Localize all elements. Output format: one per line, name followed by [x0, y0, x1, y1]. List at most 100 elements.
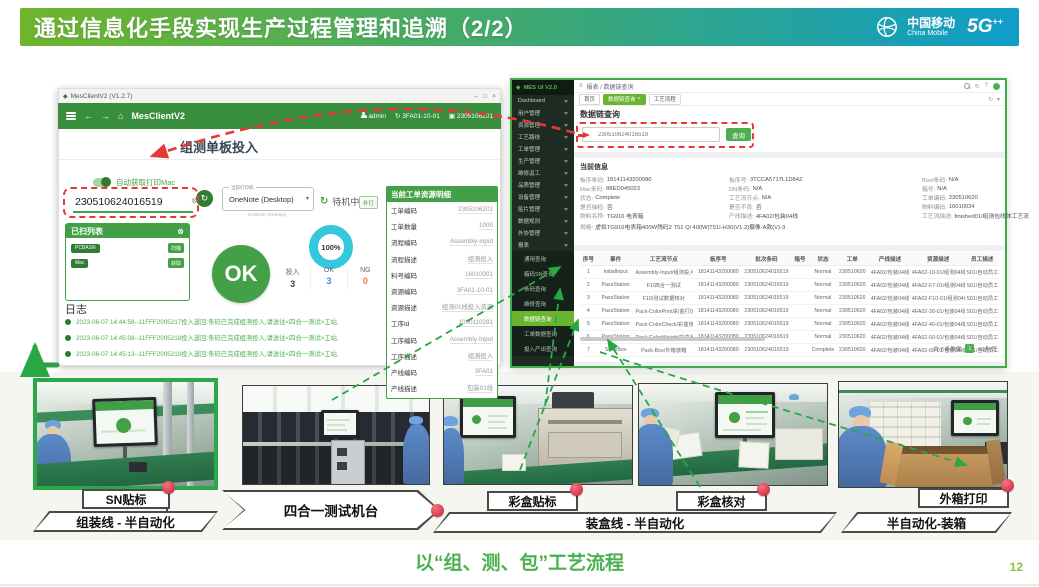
sidebar-item[interactable]: 用户管理 [512, 107, 574, 119]
submenu-item[interactable]: 维修查询 [512, 296, 574, 311]
table-header-cell: 工单 [836, 252, 870, 266]
log-title: 日志 [65, 301, 87, 317]
close-panel-icon[interactable]: ⊗ [177, 227, 184, 236]
printer-caption: OneNote (Desktop) [222, 212, 312, 217]
mesweb-main: ≡ 报表 / 数据链查询 ↻ ? 首页 数据链查询× 工艺流程 ↻ ▾ [574, 80, 1005, 366]
table-row[interactable]: 3PassStation F10/测试数据核对18141143200080 23… [580, 292, 999, 305]
minimize-button[interactable]: – [475, 93, 479, 100]
sidebar-item[interactable]: 设备管理 [512, 191, 574, 203]
datachain-table: 序号事件工艺流节点板序号批次条码箱号状态工单产线描述资源描述员工描述 1Init… [580, 252, 999, 357]
barcode-highlight-box [63, 187, 199, 218]
sidebar-item[interactable]: 生产管理 [512, 155, 574, 167]
tab-bar: 首页 数据链查询× 工艺流程 ↻ ▾ [574, 93, 1005, 106]
search-icon[interactable] [964, 83, 970, 89]
log-entry: 2023-06-07 14:44:58--11FFF2005217投入返回:条码… [65, 317, 380, 326]
sidebar-item[interactable]: Dashboard [512, 95, 574, 107]
topbar: ≡ 报表 / 数据链查询 ↻ ? [574, 80, 1005, 93]
table-header-cell: 状态 [810, 252, 835, 266]
station-badge[interactable]: ↻ 3FA01-10-01 [395, 112, 440, 120]
china-mobile-text: 中国移动 China Mobile [907, 17, 955, 38]
tag-sn-label: SN贴标 [82, 489, 170, 509]
refresh-tabs-icon[interactable]: ↻ [988, 96, 993, 103]
sidebar-item[interactable]: 数据规则 [512, 215, 574, 227]
scan-action-button[interactable]: 获取 [168, 258, 184, 268]
table-row[interactable]: 5PassStation Pack-ColorCheck/彩盒核对1814114… [580, 318, 999, 331]
log-dot-icon [65, 351, 71, 357]
sidebar-item[interactable]: 报表 [512, 239, 574, 251]
chevron-down-icon [564, 232, 568, 235]
scan-action-button[interactable]: 扫描 [168, 243, 184, 253]
brand-area: 中国移动 China Mobile 5G++ [875, 15, 1019, 39]
count-ok: 3 [311, 276, 346, 286]
chevron-down-icon [564, 160, 568, 163]
horizontal-scrollbar[interactable] [580, 337, 765, 341]
maximize-button[interactable]: □ [483, 93, 487, 100]
screen-title: 组测单板投入 [59, 137, 379, 156]
user-badge[interactable]: admin [361, 112, 387, 120]
sidebar-item[interactable]: 资源管理 [512, 119, 574, 131]
info-field: 工单编码:230510620 [922, 193, 1029, 202]
tag-colorbox-label: 彩盒贴标 [487, 491, 578, 511]
resource-field: 料号编码 16010001 [387, 267, 497, 283]
sidebar-item[interactable]: 品质管理 [512, 179, 574, 191]
chevron-down-icon [564, 136, 568, 139]
submenu-item[interactable]: 条码查询 [512, 281, 574, 296]
menu-icon[interactable] [66, 110, 76, 121]
home-button[interactable]: ⌂ [118, 111, 123, 121]
count-input: 3 [275, 279, 310, 289]
info-field: 是否抽检:否 [580, 202, 652, 211]
table-header-cell: 资源描述 [911, 252, 965, 266]
query-card: 数据链查询 查询 [574, 106, 1005, 152]
sidebar-item[interactable]: 贴片管理 [512, 203, 574, 215]
submenu-item[interactable]: 投入产出查询 [512, 341, 574, 356]
sidebar-item[interactable]: 工艺路线 [512, 131, 574, 143]
page-size-select[interactable]: 10条/页 [978, 345, 997, 353]
forward-button[interactable]: → [101, 111, 110, 121]
tab-options-icon[interactable]: ▾ [997, 96, 1000, 103]
resource-field: 工序Id 1000110281 [387, 315, 497, 331]
sidebar-item[interactable]: 维修返工 [512, 167, 574, 179]
resource-field: 工单编码 2305106201 [387, 202, 497, 218]
tab-process-flow[interactable]: 工艺流程 [649, 94, 681, 105]
chevron-down-icon [564, 124, 568, 127]
standby-refresh-icon: ↻ [320, 196, 328, 207]
table-row[interactable]: 4PassStation Pack-ColorPrint/彩盒打印1814114… [580, 305, 999, 318]
log-entry: 2023-06-07 14:45:08--11FFF2005218投入返回:条码… [65, 333, 380, 342]
submenu-item[interactable]: 箱码SN查询 [512, 266, 574, 281]
submenu-item[interactable]: 工单数据查询 [512, 326, 574, 341]
stage-four-in-one-test: 四合一测试机台 [222, 490, 440, 530]
table-header-cell: 员工描述 [965, 252, 999, 266]
slide-header: 通过信息化手段实现生产过程管理和追溯（2/2） 中国移动 China Mobil… [20, 8, 1019, 46]
submenu-item-active[interactable]: 数据链查询 [512, 311, 574, 326]
stage-assembly-line: 组装线 - 半自动化 [33, 511, 218, 532]
order-badge[interactable]: ▣ 2305106201 [449, 112, 493, 120]
printer-select[interactable]: 当前打印机 OneNote (Desktop) ▾ [222, 187, 314, 211]
sidebar-item[interactable]: 外协管理 [512, 227, 574, 239]
tab-home[interactable]: 首页 [579, 94, 600, 105]
auto-print-toggle[interactable] [93, 178, 111, 187]
table-row[interactable]: 2PassStation F1/四合一测试18141143200080 2305… [580, 279, 999, 292]
result-ok-circle: OK [212, 245, 270, 303]
red-dot-marker [431, 504, 444, 517]
close-button[interactable]: × [492, 93, 496, 100]
info-field: 状态:Complete [580, 193, 652, 202]
help-icon[interactable]: ? [985, 83, 988, 89]
reprint-button[interactable]: 补打 [359, 196, 378, 209]
page-1-button[interactable]: 1 [965, 344, 974, 353]
submenu-item[interactable]: 通用查询 [512, 251, 574, 266]
tab-datachain-query[interactable]: 数据链查询× [603, 94, 646, 105]
sidebar: ◆MES UI V2.0 Dashboard 用户管理 资源管理 工艺路线 工单… [512, 80, 574, 366]
red-dot-marker [1001, 479, 1014, 492]
collapse-menu-icon[interactable]: ≡ [579, 83, 583, 89]
table-row[interactable]: 1InitialInput Assembly-Input/组测投入1814114… [580, 266, 999, 279]
back-button[interactable]: ← [84, 111, 93, 121]
datachain-table-card: 序号事件工艺流节点板序号批次条码箱号状态工单产线描述资源描述员工描述 1Init… [574, 251, 1005, 362]
refresh-icon[interactable]: ↻ [975, 83, 980, 90]
close-tab-icon[interactable]: × [638, 96, 641, 102]
avatar[interactable] [993, 83, 1000, 90]
info-field: 板序条码:18141143200080 [580, 175, 652, 184]
sidebar-item[interactable]: 工单管理 [512, 143, 574, 155]
chevron-down-icon [564, 244, 568, 247]
slide-caption: 以“组、测、包”工艺流程 [0, 548, 1039, 575]
green-corner-arrow [35, 347, 57, 365]
